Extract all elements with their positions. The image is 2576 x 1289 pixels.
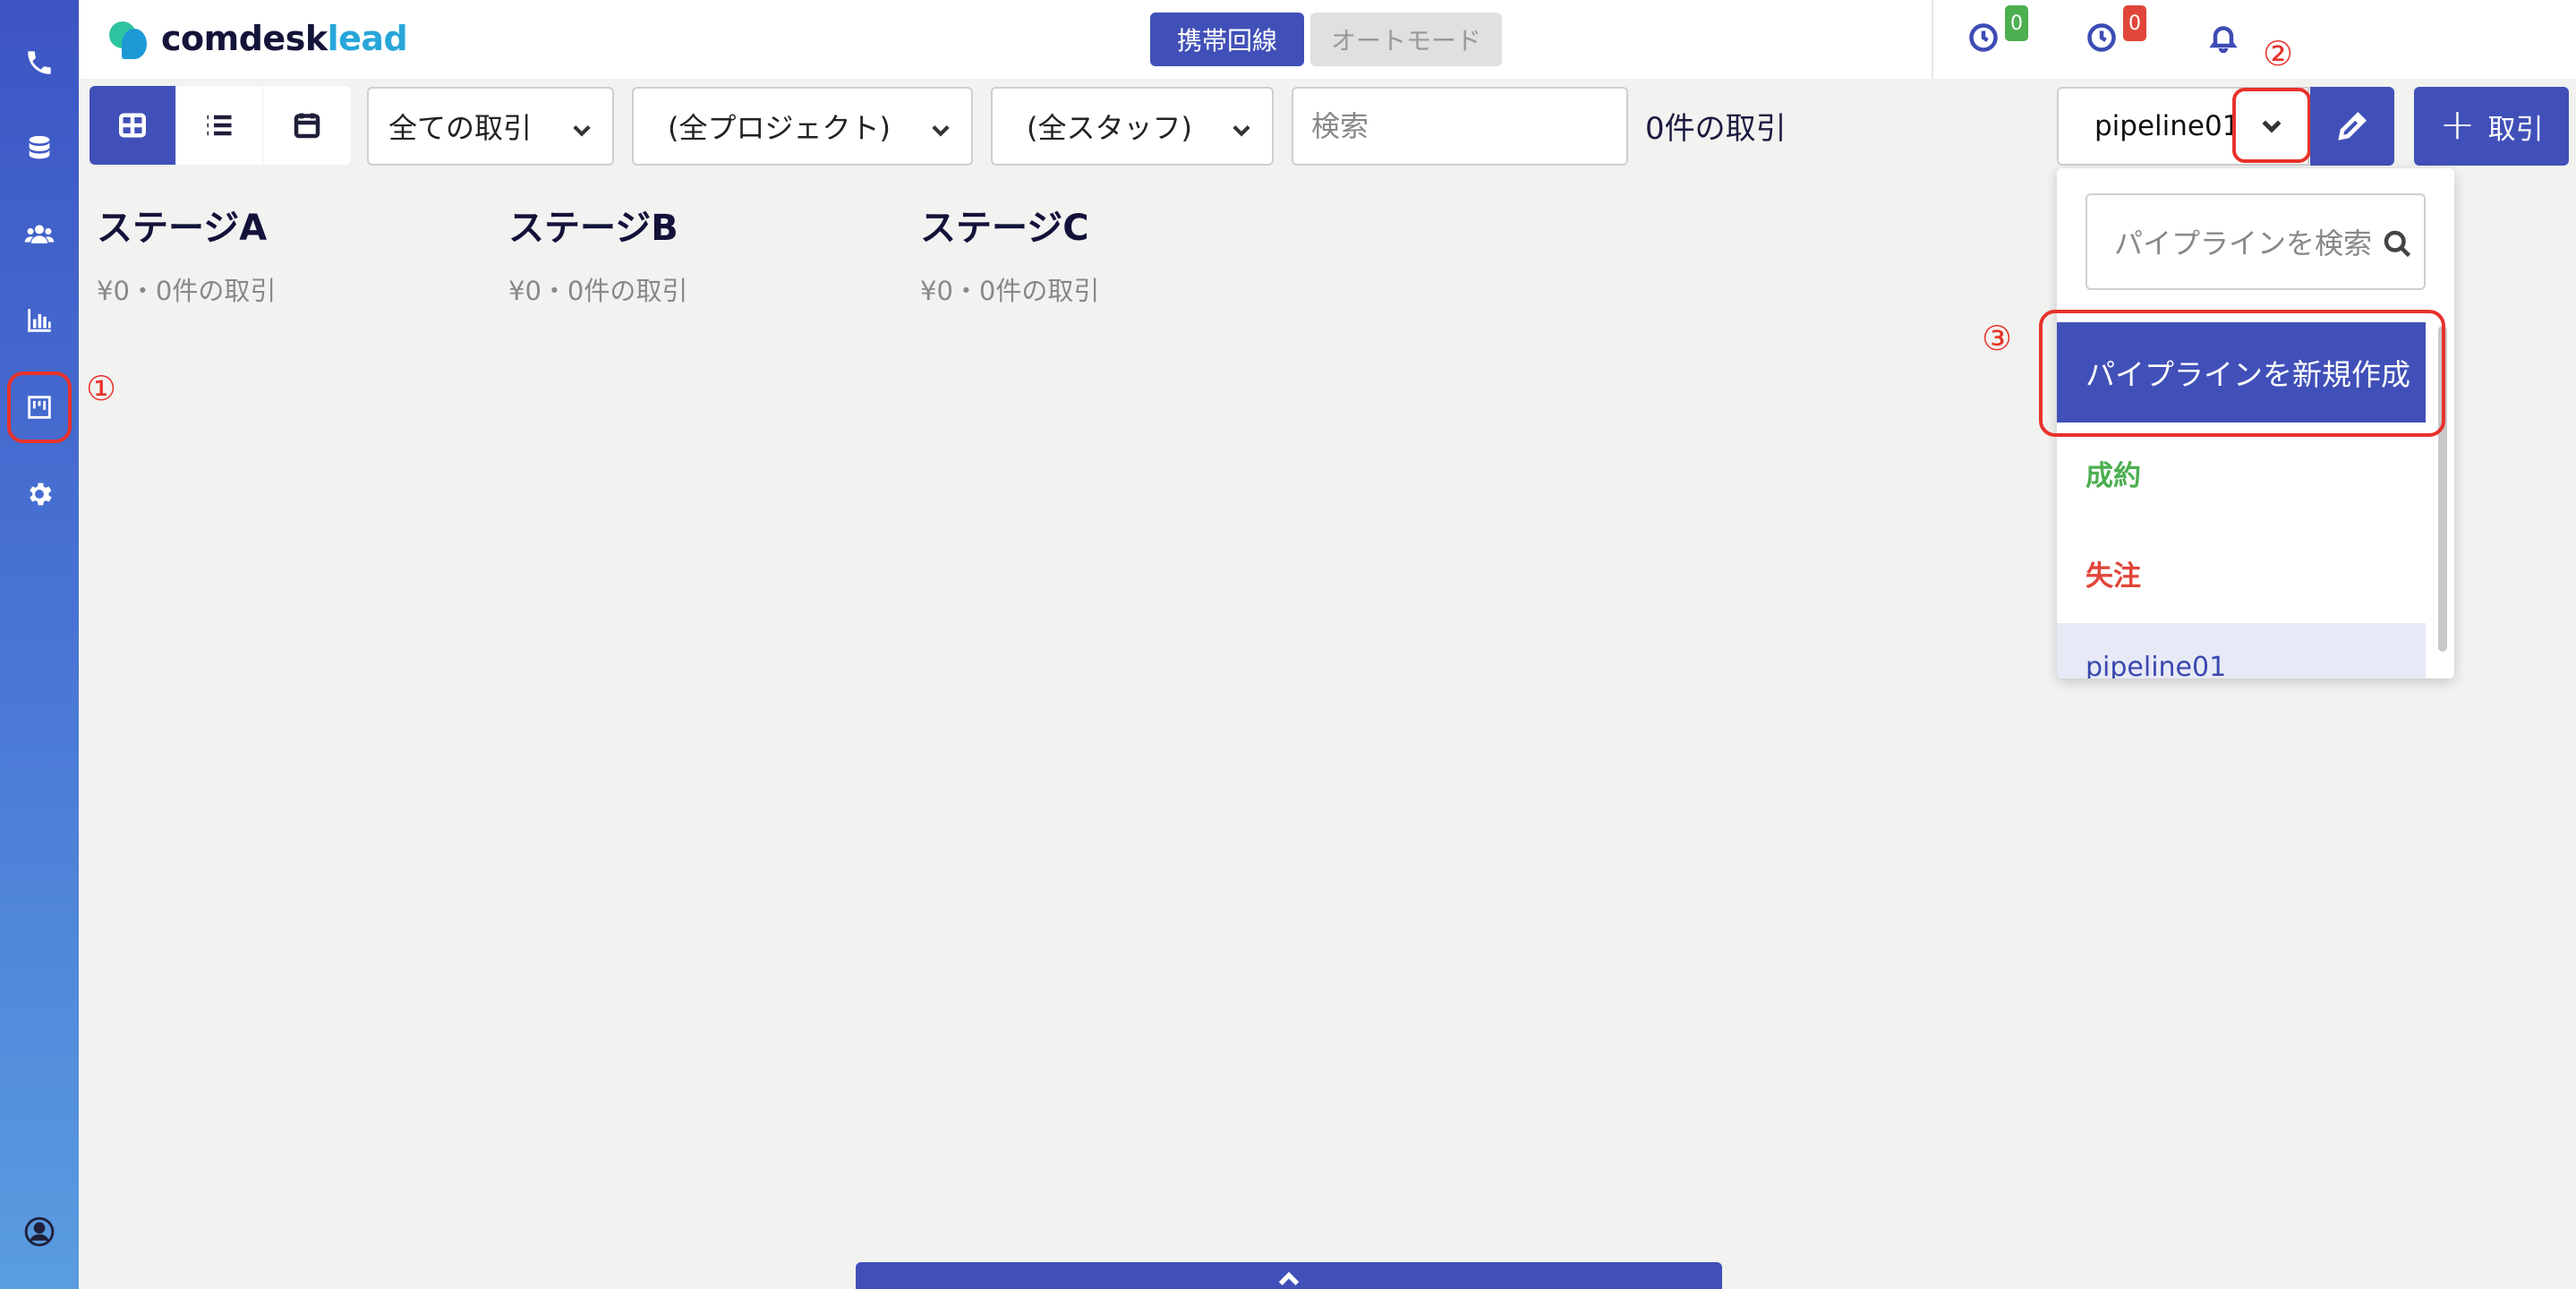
list-icon [207, 115, 232, 136]
staff-filter-value: (全スタッフ) [1027, 111, 1192, 145]
app-logo: comdesklead [109, 16, 408, 61]
phone-icon[interactable] [20, 43, 59, 82]
header-divider [1932, 0, 1933, 79]
stage-column: ステージC ¥0・0件の取引 [920, 199, 1099, 308]
list-view-button[interactable] [176, 86, 263, 165]
pending-count-badge: 0 [2005, 5, 2028, 41]
stage-summary: ¥0・0件の取引 [508, 276, 688, 306]
bell-icon[interactable] [2207, 21, 2243, 57]
user-icon[interactable] [20, 1212, 59, 1251]
mobile-line-button[interactable]: 携帯回線 [1150, 13, 1304, 66]
search-icon [2384, 230, 2411, 258]
auto-mode-button[interactable]: オートモード [1310, 13, 1502, 66]
annotation-step-3: ③ [1982, 319, 2013, 358]
add-deal-button[interactable]: + 取引 [2414, 87, 2569, 166]
stage-title: ステージA [97, 208, 268, 249]
view-switcher [90, 86, 351, 165]
add-deal-label: 取引 [2487, 113, 2544, 146]
contacts-icon[interactable] [20, 215, 59, 254]
pipeline-selected-value: pipeline01 [2094, 110, 2240, 142]
logo-mark-icon [109, 16, 149, 61]
chevron-down-icon [928, 115, 953, 141]
stage-column: ステージA ¥0・0件の取引 [97, 199, 276, 308]
chevron-up-icon [1278, 1271, 1300, 1285]
project-filter-value: (全プロジェクト) [668, 111, 891, 145]
deal-filter-value: 全ての取引 [388, 111, 533, 145]
stage-summary: ¥0・0件の取引 [97, 276, 277, 306]
annotation-step-2: ② [2263, 34, 2294, 73]
kanban-icon[interactable] [7, 371, 72, 443]
pipeline-dropdown-toggle[interactable] [2232, 88, 2311, 163]
stage-summary: ¥0・0件の取引 [920, 276, 1100, 306]
pipeline-option-won[interactable]: 成約 [2057, 423, 2426, 523]
overdue-count-badge: 0 [2123, 5, 2146, 41]
stage-column: ステージB ¥0・0件の取引 [508, 199, 687, 308]
bottom-panel-toggle[interactable] [856, 1262, 1722, 1289]
stage-title: ステージB [508, 208, 678, 249]
edit-pipeline-button[interactable] [2310, 87, 2394, 166]
chart-icon[interactable] [20, 301, 59, 340]
grid-icon [119, 113, 146, 138]
pipeline-search-input[interactable]: パイプラインを検索 [2086, 193, 2426, 290]
staff-filter-select[interactable]: (全スタッフ) [991, 87, 1274, 166]
calendar-view-button[interactable] [263, 86, 350, 165]
pipeline-option-pipeline01[interactable]: pipeline01 [2057, 623, 2426, 679]
clock-icon-red[interactable] [2086, 21, 2121, 57]
calendar-icon [294, 113, 320, 139]
database-icon[interactable] [20, 129, 59, 168]
deal-filter-select[interactable]: 全ての取引 [367, 87, 614, 166]
chevron-down-icon [2262, 120, 2282, 133]
create-pipeline-highlight [2039, 310, 2445, 437]
logo-accent-text: lead [327, 19, 408, 58]
logo-text: comdesk [161, 19, 328, 58]
pipeline-search-placeholder: パイプラインを検索 [2114, 226, 2373, 260]
deal-count: 0件の取引 [1645, 111, 1787, 147]
plus-icon: + [2439, 99, 2476, 149]
deal-search-input[interactable] [1292, 87, 1628, 166]
stage-title: ステージC [920, 208, 1089, 249]
board-view-button[interactable] [90, 86, 176, 165]
annotation-step-1: ① [86, 369, 117, 408]
pencil-icon [2338, 111, 2367, 141]
chevron-down-icon [569, 115, 594, 141]
top-header: comdesklead 携帯回線 オートモード 0 0 [79, 0, 2576, 79]
project-filter-select[interactable]: (全プロジェクト) [632, 87, 973, 166]
gear-icon[interactable] [20, 474, 59, 514]
chevron-down-icon [1229, 115, 1254, 141]
sidebar [0, 0, 79, 1289]
clock-icon-green[interactable] [1967, 21, 2003, 57]
pipeline-option-lost[interactable]: 失注 [2057, 523, 2426, 623]
